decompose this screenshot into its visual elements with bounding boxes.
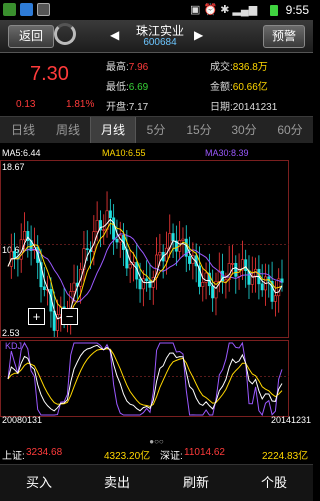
- kline-chart[interactable]: MA5:6.44 MA10:6.55 MA30:8.39 18.67 10.60…: [0, 143, 313, 425]
- candle-body: [158, 251, 162, 256]
- candle-body: [23, 231, 27, 241]
- sh-amount: 4323.20亿: [104, 451, 151, 462]
- sell-button[interactable]: 卖出: [78, 465, 156, 501]
- candle-body: [224, 279, 228, 282]
- open-label: 开盘:: [106, 102, 129, 113]
- stock-code: 600684: [143, 37, 177, 48]
- tab-daily[interactable]: 日线: [0, 117, 46, 143]
- volume-value: 836.8万: [232, 62, 268, 73]
- high-value: 7.96: [128, 62, 149, 73]
- candle-body: [108, 210, 112, 219]
- date-value: 20141231: [232, 102, 278, 113]
- page-indicator: ●○○: [149, 437, 164, 446]
- volume-label: 成交:: [210, 62, 233, 73]
- clock: 9:55: [285, 3, 309, 17]
- candle-body: [42, 286, 46, 291]
- tab-60min[interactable]: 60分: [267, 117, 313, 143]
- refresh-button[interactable]: 刷新: [157, 465, 235, 501]
- battery-icon: [270, 5, 278, 16]
- start-date-label: 20080131: [2, 415, 42, 425]
- high-label: 最高:: [106, 62, 129, 73]
- tab-monthly[interactable]: 月线: [90, 117, 136, 143]
- amount-value: 60.66亿: [232, 82, 268, 93]
- candle-body: [211, 285, 215, 299]
- candle-body: [230, 263, 234, 265]
- date-label: 日期:: [210, 102, 233, 113]
- candle-body: [145, 278, 149, 282]
- title-bar: 返回 ◀ 珠江实业 600684 ▶ 预警: [0, 20, 313, 53]
- app-icon: [3, 3, 16, 16]
- kdj-label: KDJ: [5, 341, 22, 351]
- amount-label: 金额:: [210, 82, 233, 93]
- index-bar: 上证: 3234.68 4323.20亿 深证: 11014.62 2224.8…: [0, 446, 313, 462]
- sh-value: 3234.68: [26, 447, 63, 458]
- zoom-out-button[interactable]: −: [61, 308, 78, 325]
- quote-panel: 7.30 0.13 1.81% 最高:7.96 最低:6.69 开盘:7.17 …: [0, 53, 313, 116]
- candle-body: [102, 229, 106, 231]
- candle-body: [128, 264, 132, 269]
- cloud-icon: [20, 3, 33, 16]
- stock-button[interactable]: 个股: [235, 465, 313, 501]
- tab-5min[interactable]: 5分: [135, 117, 177, 143]
- zoom-out-icon: −: [66, 309, 74, 324]
- status-bar: ▣ ⏰ ✱ ▂▄▆ 9:55: [0, 0, 313, 20]
- candle-body: [115, 238, 119, 243]
- candle-body: [52, 310, 56, 331]
- tab-30min[interactable]: 30分: [221, 117, 267, 143]
- candle-body: [112, 217, 116, 240]
- candle-body: [260, 283, 264, 291]
- ma5-label: MA5:6.44: [2, 148, 41, 158]
- zoom-in-button[interactable]: +: [28, 308, 45, 325]
- price-change: 0.13: [16, 99, 36, 110]
- sz-value: 11014.62: [184, 447, 225, 458]
- candle-body: [138, 278, 142, 290]
- low-value: 6.69: [128, 82, 149, 93]
- current-price: 7.30: [30, 63, 69, 85]
- candle-body: [95, 220, 99, 232]
- candle-body: [13, 250, 17, 259]
- back-button[interactable]: 返回: [8, 25, 54, 48]
- next-stock-icon[interactable]: ▶: [194, 28, 203, 42]
- candle-body: [234, 263, 238, 277]
- candle-body: [181, 238, 185, 241]
- ma30-label: MA30:8.39: [205, 148, 249, 158]
- candle-body: [85, 248, 89, 250]
- sh-label: 上证:: [2, 451, 25, 462]
- end-date-label: 20141231: [271, 415, 311, 425]
- open-value: 7.17: [128, 102, 149, 113]
- zoom-in-icon: +: [33, 309, 41, 324]
- candle-body: [244, 259, 248, 272]
- bottom-nav: 买入 卖出 刷新 个股: [0, 464, 313, 501]
- period-tabs: 日线 周线 月线 5分 15分 30分 60分: [0, 116, 313, 144]
- price-change-pct: 1.81%: [66, 99, 95, 110]
- candle-body: [273, 295, 277, 302]
- prev-stock-icon[interactable]: ◀: [110, 28, 119, 42]
- tab-15min[interactable]: 15分: [177, 117, 221, 143]
- screenshot-icon: [37, 3, 50, 16]
- candle-body: [201, 282, 205, 287]
- candle-body: [188, 256, 192, 264]
- refresh-spinner-icon[interactable]: [54, 23, 76, 45]
- y-max-label: 18.67: [2, 162, 25, 172]
- tab-weekly[interactable]: 周线: [46, 117, 90, 143]
- alert-button[interactable]: 预警: [263, 25, 305, 48]
- ma10-label: MA10:6.55: [102, 148, 146, 158]
- candle-body: [72, 282, 76, 292]
- sz-amount: 2224.83亿: [262, 451, 309, 462]
- buy-button[interactable]: 买入: [0, 465, 78, 501]
- notification-icons: ▣ ⏰ ✱ ▂▄▆: [190, 4, 258, 16]
- y-min-label: 2.53: [2, 328, 20, 338]
- low-label: 最低:: [106, 82, 129, 93]
- sz-label: 深证:: [160, 451, 183, 462]
- candle-body: [171, 233, 175, 242]
